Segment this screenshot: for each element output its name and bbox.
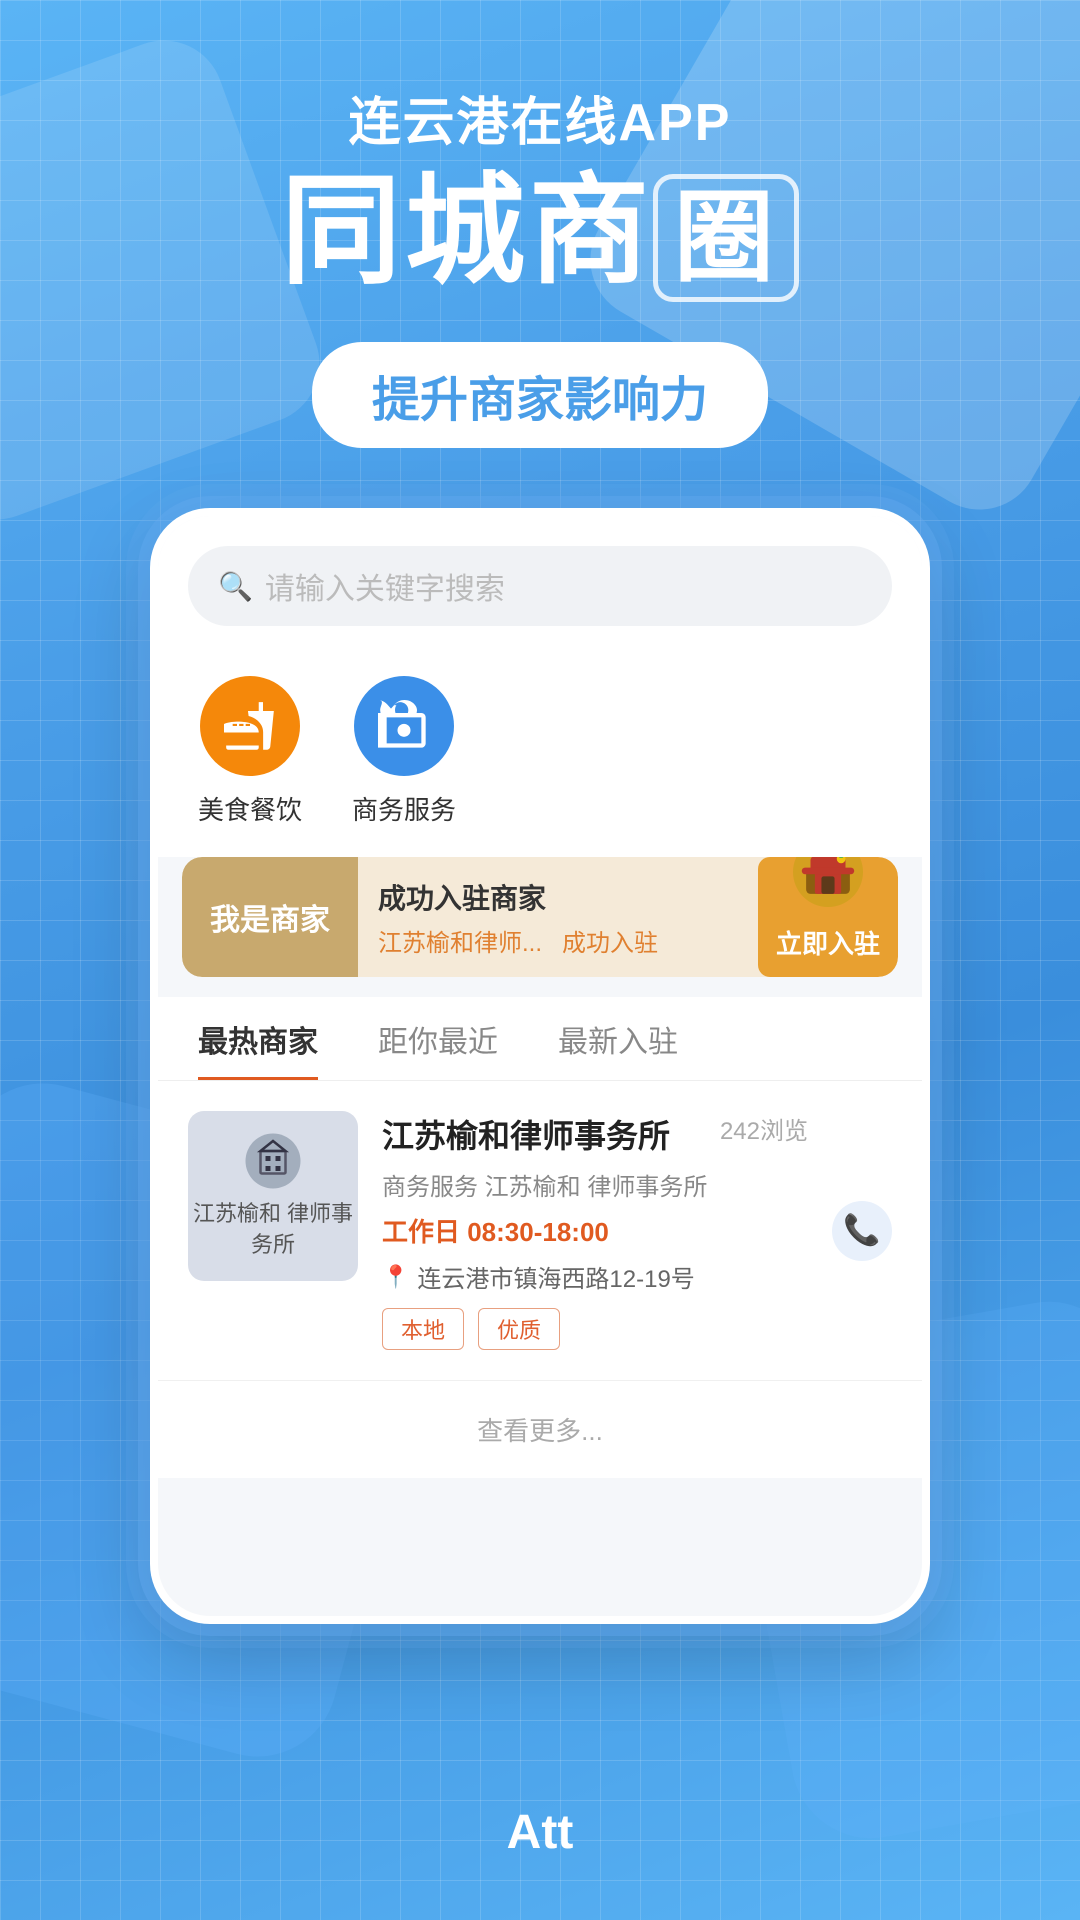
header-section: 连云港在线APP 同城商圈 提升商家影响力 xyxy=(0,0,1080,448)
merchant-banner-content: 成功入驻商家 江苏榆和律师... 成功入驻 xyxy=(358,877,758,958)
tag-quality: 优质 xyxy=(478,1308,560,1350)
main-title-part1: 同城商 xyxy=(281,164,653,298)
address-text: 连云港市镇海西路12-19号 xyxy=(417,1259,694,1294)
tag-local: 本地 xyxy=(382,1308,464,1350)
business-address: 📍 连云港市镇海西路12-19号 xyxy=(382,1259,808,1294)
page: 连云港在线APP 同城商圈 提升商家影响力 🔍 请输入关键字搜索 xyxy=(0,0,1080,1920)
merchant-banner[interactable]: 我是商家 成功入驻商家 江苏榆和律师... 成功入驻 xyxy=(182,857,898,977)
app-main-title: 同城商圈 xyxy=(0,165,1080,302)
tagline-text: 提升商家影响力 xyxy=(372,374,708,427)
phone-call-button[interactable]: 📞 xyxy=(832,1201,892,1261)
search-placeholder: 请输入关键字搜索 xyxy=(265,564,505,608)
business-info: 江苏榆和律师事务所 242浏览 商务服务 江苏榆和 律师事务所 工作日 08:3… xyxy=(382,1111,808,1350)
search-input-wrap[interactable]: 🔍 请输入关键字搜索 xyxy=(188,546,892,626)
att-label: Att xyxy=(507,1806,574,1859)
business-icon xyxy=(378,700,430,752)
search-bar: 🔍 请输入关键字搜索 xyxy=(158,516,922,646)
business-logo: 江苏榆和 律师事务所 xyxy=(188,1111,358,1281)
bottom-text: Att xyxy=(0,1805,1080,1860)
view-count: 242浏览 xyxy=(720,1111,808,1146)
category-food[interactable]: 美食餐饮 xyxy=(198,676,302,827)
merchant-banner-tag: 我是商家 xyxy=(182,857,358,977)
phone-mockup: 🔍 请输入关键字搜索 美食餐饮 xyxy=(150,508,930,1624)
tab-hottest[interactable]: 最热商家 xyxy=(198,1017,318,1080)
food-icon xyxy=(224,700,276,752)
business-logo-text: 江苏榆和 律师事务所 xyxy=(188,1199,358,1261)
business-header: 江苏榆和律师事务所 242浏览 xyxy=(382,1111,808,1157)
business-icon-bg xyxy=(354,676,454,776)
phone-inner: 🔍 请输入关键字搜索 美食餐饮 xyxy=(158,516,922,1616)
business-list: 江苏榆和 律师事务所 江苏榆和律师事务所 242浏览 商务服务 江苏榆和 律师事… xyxy=(158,1081,922,1380)
merchant-name-preview: 江苏榆和律师... xyxy=(378,923,542,958)
see-more[interactable]: 查看更多... xyxy=(158,1380,922,1478)
tabs-section: 最热商家 距你最近 最新入驻 xyxy=(158,997,922,1081)
business-tags: 本地 优质 xyxy=(382,1308,808,1350)
main-title-boxed: 圈 xyxy=(653,174,799,302)
merchant-banner-sub: 江苏榆和律师... 成功入驻 xyxy=(378,923,738,958)
food-icon-bg xyxy=(200,676,300,776)
category-business[interactable]: 商务服务 xyxy=(352,676,456,827)
business-label: 商务服务 xyxy=(352,790,456,827)
business-name: 江苏榆和律师事务所 xyxy=(382,1111,670,1157)
categories-section: 美食餐饮 商务服务 xyxy=(158,646,922,857)
phone-icon: 📞 xyxy=(843,1213,880,1248)
join-btn-label: 立即入驻 xyxy=(776,924,880,961)
merchant-join-button[interactable]: 立即入驻 xyxy=(758,857,898,977)
shop-icon xyxy=(793,857,863,907)
business-hours: 工作日 08:30-18:00 xyxy=(382,1212,808,1249)
shop-icon-wrap xyxy=(793,857,863,912)
business-logo-icon xyxy=(243,1131,303,1191)
tab-nearest[interactable]: 距你最近 xyxy=(378,1017,498,1080)
merchant-status: 成功入驻 xyxy=(562,923,658,958)
tagline-badge: 提升商家影响力 xyxy=(312,342,768,448)
business-card[interactable]: 江苏榆和 律师事务所 江苏榆和律师事务所 242浏览 商务服务 江苏榆和 律师事… xyxy=(188,1111,892,1350)
see-more-text: 查看更多... xyxy=(477,1416,603,1446)
tab-newest[interactable]: 最新入驻 xyxy=(558,1017,678,1080)
app-subtitle: 连云港在线APP xyxy=(0,80,1080,155)
merchant-banner-title: 成功入驻商家 xyxy=(378,877,738,917)
search-icon: 🔍 xyxy=(218,570,253,603)
business-desc: 商务服务 江苏榆和 律师事务所 xyxy=(382,1167,808,1202)
food-label: 美食餐饮 xyxy=(198,790,302,827)
location-icon: 📍 xyxy=(382,1264,409,1290)
